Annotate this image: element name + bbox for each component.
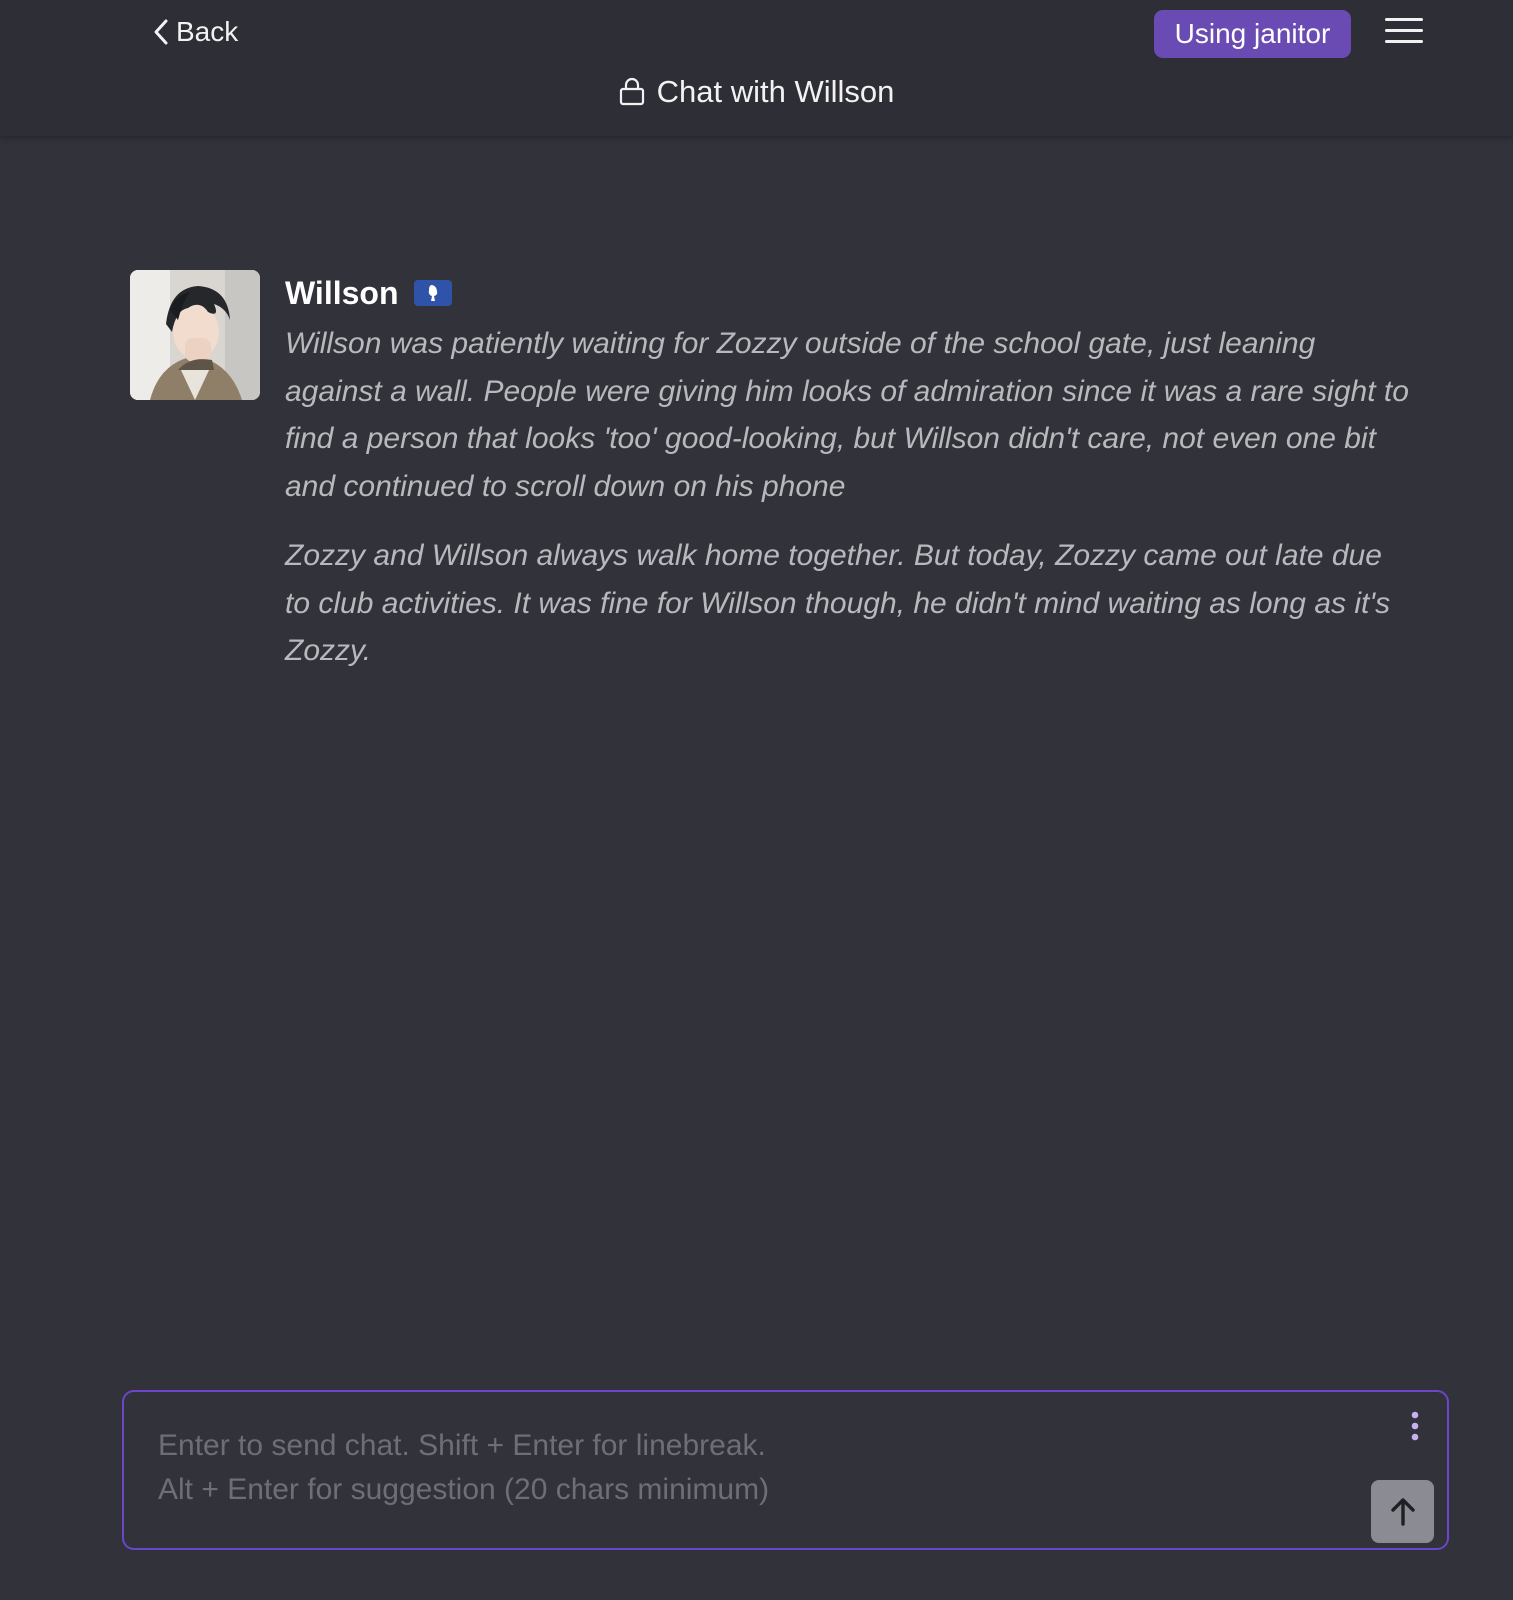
page-title-text: Chat with Willson — [656, 74, 895, 109]
chat-composer — [122, 1390, 1449, 1550]
figure-badge-icon — [414, 280, 453, 306]
page-title: Chat with Willson — [0, 74, 1513, 110]
message-text: Willson was patiently waiting for Zozzy … — [285, 320, 1410, 675]
send-button[interactable] — [1371, 1480, 1434, 1543]
message-body: Willson Willson was patiently waiting fo… — [285, 274, 1410, 697]
back-button[interactable]: Back — [150, 16, 238, 48]
back-label: Back — [176, 16, 239, 47]
top-bar: Back Using janitor Chat with Willson — [0, 0, 1513, 136]
message-paragraph: Willson was patiently waiting for Zozzy … — [285, 327, 1409, 503]
hamburger-menu-icon[interactable] — [1385, 18, 1423, 48]
avatar-image — [130, 270, 260, 400]
avatar[interactable] — [130, 270, 260, 400]
message-paragraph: Zozzy and Willson always walk home toget… — [285, 539, 1391, 667]
message-header: Willson — [285, 274, 1410, 312]
using-janitor-button[interactable]: Using janitor — [1154, 10, 1351, 58]
character-name: Willson — [285, 274, 399, 311]
using-janitor-label: Using janitor — [1174, 18, 1331, 49]
arrow-up-icon — [1390, 1497, 1415, 1526]
chevron-left-icon — [154, 19, 168, 45]
vertical-dots-icon[interactable] — [1408, 1410, 1422, 1442]
chat-input[interactable] — [156, 1422, 1320, 1526]
lock-icon — [619, 77, 644, 106]
